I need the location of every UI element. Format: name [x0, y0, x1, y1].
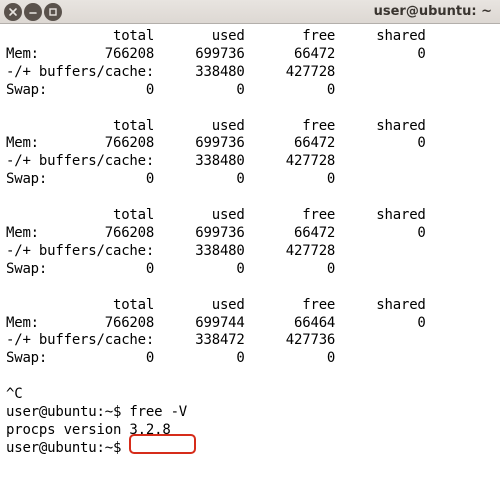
- window-titlebar: user@ubuntu: ~: [0, 0, 500, 24]
- minimize-button[interactable]: [24, 3, 42, 21]
- window-buttons: [4, 3, 62, 21]
- close-button[interactable]: [4, 3, 22, 21]
- maximize-button[interactable]: [44, 3, 62, 21]
- terminal-content[interactable]: total used free shared Mem: 766208 69973…: [0, 24, 500, 460]
- window-title: user@ubuntu: ~: [374, 4, 492, 19]
